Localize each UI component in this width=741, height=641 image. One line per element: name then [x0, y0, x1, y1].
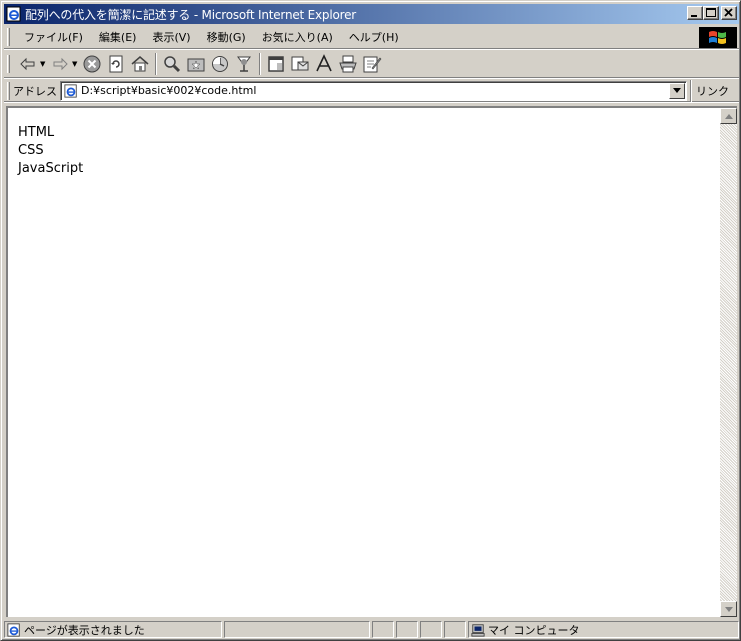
back-icon: [20, 57, 35, 71]
stop-button[interactable]: [80, 52, 104, 76]
stop-icon: [83, 55, 101, 73]
content-line: HTML: [18, 125, 55, 140]
menu-edit[interactable]: 編集(E): [91, 29, 145, 45]
menu-file[interactable]: ファイル(F): [16, 29, 91, 45]
content-line: CSS: [18, 143, 44, 158]
search-icon: [164, 56, 181, 73]
mail-button[interactable]: [288, 52, 312, 76]
standard-toolbar: ▼ ▼: [4, 51, 739, 78]
edit-icon: [363, 56, 382, 73]
title-bar[interactable]: 配列への代入を簡潔に記述する - Microsoft Internet Expl…: [4, 4, 739, 24]
edit-button[interactable]: [360, 52, 384, 76]
forward-icon: [53, 57, 68, 71]
vertical-scrollbar[interactable]: [720, 108, 737, 617]
page-content: HTML CSS JavaScript: [6, 106, 737, 617]
refresh-button[interactable]: [104, 52, 128, 76]
ie-page-icon: [6, 6, 21, 22]
close-button[interactable]: [721, 6, 737, 20]
forward-dropdown-icon[interactable]: ▼: [72, 60, 78, 68]
home-icon: [131, 56, 149, 72]
font-icon: [316, 54, 332, 72]
status-panel: [396, 621, 418, 638]
font-size-button[interactable]: [312, 52, 336, 76]
menubar-grip[interactable]: [7, 28, 10, 46]
home-button[interactable]: [128, 52, 152, 76]
menu-help[interactable]: ヘルプ(H): [341, 29, 407, 45]
fullscreen-button[interactable]: [264, 52, 288, 76]
content-line: JavaScript: [18, 161, 84, 176]
ie-page-icon: [7, 622, 20, 637]
minimize-button[interactable]: [687, 6, 703, 20]
status-progress-panel: [224, 621, 370, 638]
address-bar: アドレス D:¥script¥basic¥002¥code.html リンク: [4, 79, 739, 102]
history-icon: [212, 56, 228, 72]
status-panel: [444, 621, 466, 638]
status-zone-panel: マイ コンピュータ: [468, 621, 739, 638]
mail-icon: [291, 56, 309, 71]
browser-window: 配列への代入を簡潔に記述する - Microsoft Internet Expl…: [0, 0, 741, 641]
status-panel: [372, 621, 394, 638]
links-button[interactable]: リンク: [696, 83, 729, 99]
status-zone: マイ コンピュータ: [488, 623, 580, 637]
back-dropdown-icon[interactable]: ▼: [40, 60, 46, 68]
scroll-down-button[interactable]: [720, 601, 737, 617]
address-input[interactable]: D:¥script¥basic¥002¥code.html: [60, 80, 687, 101]
status-panel: [420, 621, 442, 638]
windows-logo: [699, 27, 737, 48]
toolbar-separator: [155, 53, 157, 75]
menu-view[interactable]: 表示(V): [144, 29, 198, 45]
addressbar-grip[interactable]: [7, 81, 10, 100]
favorites-button[interactable]: [184, 52, 208, 76]
search-button[interactable]: [160, 52, 184, 76]
history-button[interactable]: [208, 52, 232, 76]
forward-button[interactable]: [48, 52, 72, 76]
print-icon: [339, 55, 357, 73]
toolbar-grip[interactable]: [7, 55, 10, 73]
back-button[interactable]: [16, 52, 40, 76]
status-text-panel: ページが表示されました: [4, 621, 222, 638]
toolbar-separator: [259, 53, 261, 75]
maximize-button[interactable]: [703, 6, 719, 20]
menu-go[interactable]: 移動(G): [199, 29, 254, 45]
menu-bar: ファイル(F) 編集(E) 表示(V) 移動(G) お気に入り(A) ヘルプ(H…: [4, 26, 739, 49]
chevron-down-icon: [724, 606, 733, 612]
favorites-icon: [187, 58, 205, 72]
address-url: D:¥script¥basic¥002¥code.html: [81, 84, 257, 97]
chevron-up-icon: [724, 113, 733, 119]
refresh-icon: [109, 55, 123, 73]
window-title: 配列への代入を簡潔に記述する - Microsoft Internet Expl…: [25, 7, 357, 22]
page-body: HTML CSS JavaScript: [18, 124, 83, 178]
menu-favorites[interactable]: お気に入り(A): [254, 29, 341, 45]
address-label: アドレス: [13, 84, 57, 98]
scroll-up-button[interactable]: [720, 108, 737, 124]
print-button[interactable]: [336, 52, 360, 76]
channels-button[interactable]: [232, 52, 256, 76]
status-text: ページが表示されました: [24, 623, 145, 637]
status-bar: ページが表示されました マイ コンピュータ: [4, 620, 739, 639]
channels-icon: [237, 56, 251, 72]
fullscreen-icon: [268, 56, 284, 72]
toolbar-separator: [690, 79, 692, 102]
my-computer-icon: [471, 623, 485, 637]
chevron-down-icon: [673, 87, 681, 93]
address-dropdown-button[interactable]: [669, 82, 685, 99]
ie-page-icon: [64, 83, 77, 98]
windows-flag-icon: [709, 30, 726, 44]
